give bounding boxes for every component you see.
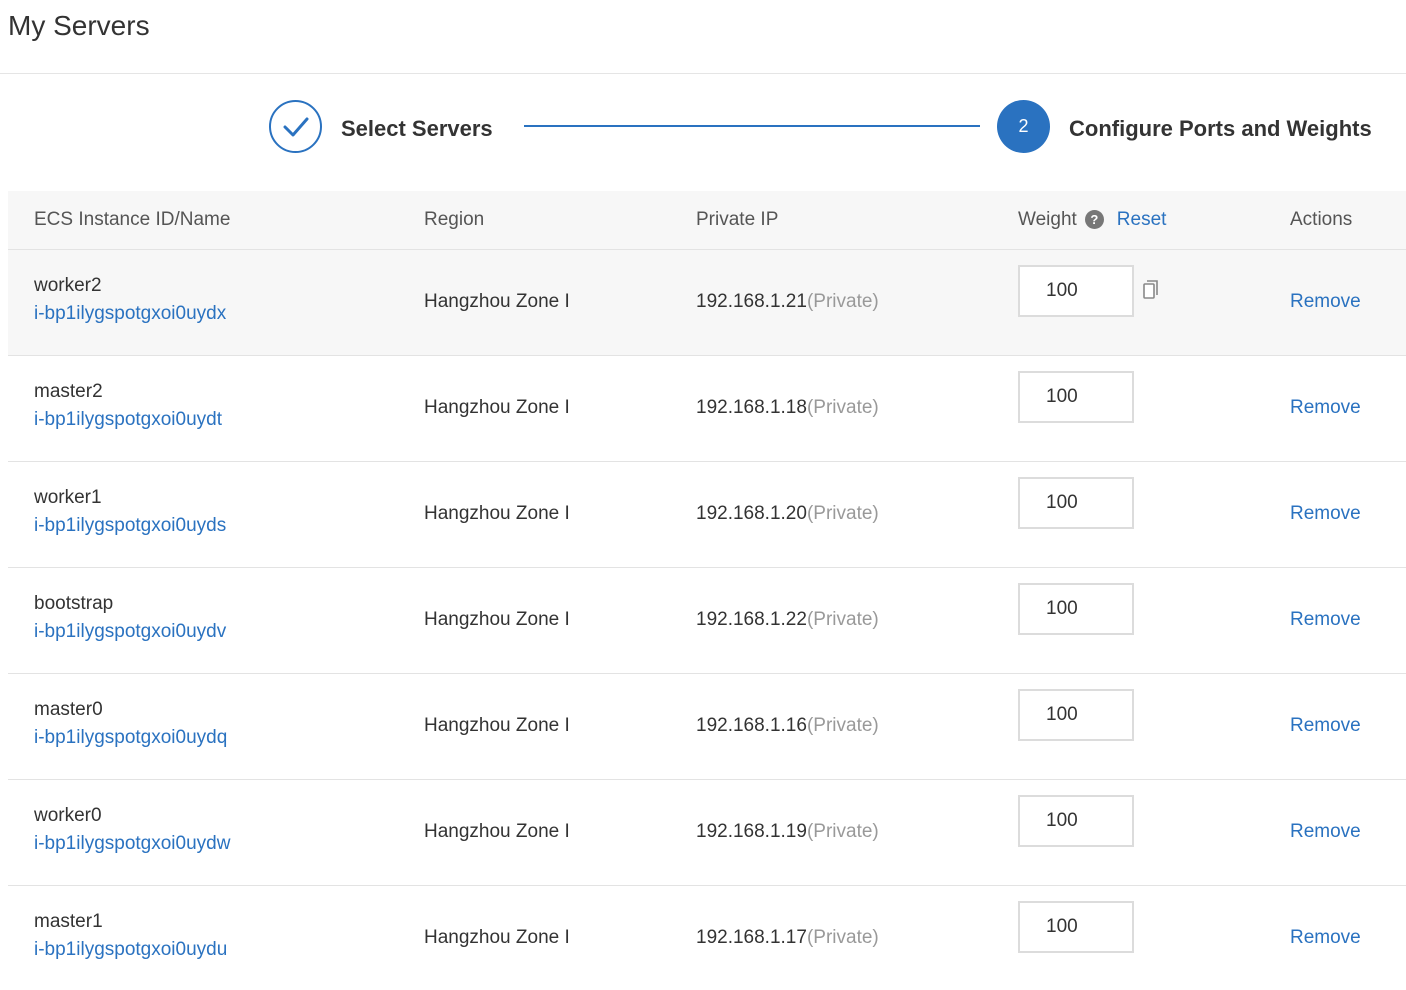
ip-address: 192.168.1.16 [696, 715, 807, 736]
server-ip: 192.168.1.17(Private) [696, 927, 879, 949]
weight-input[interactable] [1018, 689, 1134, 741]
weight-input[interactable] [1018, 795, 1134, 847]
instance-id-link[interactable]: i-bp1ilygspotgxoi0uydq [34, 727, 227, 749]
ip-type: (Private) [806, 821, 879, 842]
weight-input[interactable] [1018, 583, 1134, 635]
server-region: Hangzhou Zone I [424, 715, 570, 736]
ip-address: 192.168.1.21 [696, 291, 807, 312]
column-header-id: ECS Instance ID/Name [34, 209, 231, 230]
weight-input[interactable] [1018, 265, 1134, 317]
remove-button[interactable]: Remove [1290, 503, 1361, 525]
instance-id-link[interactable]: i-bp1ilygspotgxoi0uydv [34, 621, 226, 643]
weight-input[interactable] [1018, 477, 1134, 529]
server-name: worker0 [34, 805, 102, 826]
instance-id-link[interactable]: i-bp1ilygspotgxoi0uydu [34, 939, 227, 961]
server-region: Hangzhou Zone I [424, 291, 570, 312]
server-ip: 192.168.1.18(Private) [696, 397, 879, 419]
instance-id-link[interactable]: i-bp1ilygspotgxoi0uyds [34, 515, 226, 537]
page-title: My Servers [8, 10, 150, 41]
server-name: master0 [34, 699, 103, 720]
remove-button[interactable]: Remove [1290, 927, 1361, 949]
remove-button[interactable]: Remove [1290, 397, 1361, 419]
checkmark-icon [269, 100, 322, 153]
table-row: worker1 i-bp1ilygspotgxoi0uyds Hangzhou … [8, 462, 1406, 568]
server-name: master2 [34, 381, 103, 402]
step-select-servers-label: Select Servers [341, 116, 493, 141]
column-header-weight: Weight? Reset [1018, 209, 1166, 231]
ip-address: 192.168.1.19 [696, 821, 807, 842]
weight-input[interactable] [1018, 371, 1134, 423]
server-region: Hangzhou Zone I [424, 821, 570, 842]
instance-id-link[interactable]: i-bp1ilygspotgxoi0uydw [34, 833, 230, 855]
table-row: master0 i-bp1ilygspotgxoi0uydq Hangzhou … [8, 674, 1406, 780]
ip-type: (Private) [806, 715, 879, 736]
remove-button[interactable]: Remove [1290, 715, 1361, 737]
step-connector [524, 125, 980, 127]
server-region: Hangzhou Zone I [424, 397, 570, 418]
question-icon[interactable]: ? [1084, 210, 1104, 229]
table-row: master2 i-bp1ilygspotgxoi0uydt Hangzhou … [8, 356, 1406, 462]
ip-address: 192.168.1.17 [696, 927, 807, 948]
ip-type: (Private) [806, 609, 879, 630]
ip-type: (Private) [806, 397, 879, 418]
weight-input[interactable] [1018, 901, 1134, 953]
copy-icon[interactable] [1141, 279, 1161, 301]
servers-table: ECS Instance ID/Name Region Private IP W… [8, 191, 1406, 990]
server-ip: 192.168.1.19(Private) [696, 821, 879, 843]
server-name: master1 [34, 911, 103, 932]
title-divider [0, 73, 1406, 74]
ip-address: 192.168.1.20 [696, 503, 807, 524]
server-name: worker1 [34, 487, 102, 508]
server-name: worker2 [34, 275, 102, 296]
table-row: bootstrap i-bp1ilygspotgxoi0uydv Hangzho… [8, 568, 1406, 674]
step-configure-label: Configure Ports and Weights [1069, 116, 1372, 141]
server-ip: 192.168.1.21(Private) [696, 291, 879, 313]
remove-button[interactable]: Remove [1290, 821, 1361, 843]
weight-header-label: Weight [1018, 209, 1077, 230]
table-row: worker0 i-bp1ilygspotgxoi0uydw Hangzhou … [8, 780, 1406, 886]
ip-type: (Private) [806, 503, 879, 524]
table-row: worker2 i-bp1ilygspotgxoi0uydx Hangzhou … [8, 250, 1406, 356]
steps-indicator: Select Servers 2 Configure Ports and Wei… [0, 100, 1406, 154]
server-ip: 192.168.1.16(Private) [696, 715, 879, 737]
table-header: ECS Instance ID/Name Region Private IP W… [8, 191, 1406, 250]
column-header-region: Region [424, 209, 485, 230]
reset-link[interactable]: Reset [1117, 209, 1167, 230]
instance-id-link[interactable]: i-bp1ilygspotgxoi0uydt [34, 409, 222, 431]
ip-type: (Private) [806, 927, 879, 948]
ip-type: (Private) [806, 291, 879, 312]
column-header-ip: Private IP [696, 209, 779, 230]
remove-button[interactable]: Remove [1290, 291, 1361, 313]
server-name: bootstrap [34, 593, 114, 614]
server-region: Hangzhou Zone I [424, 503, 570, 524]
remove-button[interactable]: Remove [1290, 609, 1361, 631]
ip-address: 192.168.1.22 [696, 609, 807, 630]
server-ip: 192.168.1.20(Private) [696, 503, 879, 525]
server-region: Hangzhou Zone I [424, 927, 570, 948]
table-row: master1 i-bp1ilygspotgxoi0uydu Hangzhou … [8, 886, 1406, 990]
server-ip: 192.168.1.22(Private) [696, 609, 879, 631]
step-number-badge: 2 [997, 100, 1050, 153]
column-header-actions: Actions [1290, 209, 1353, 230]
ip-address: 192.168.1.18 [696, 397, 807, 418]
instance-id-link[interactable]: i-bp1ilygspotgxoi0uydx [34, 303, 226, 325]
server-region: Hangzhou Zone I [424, 609, 570, 630]
